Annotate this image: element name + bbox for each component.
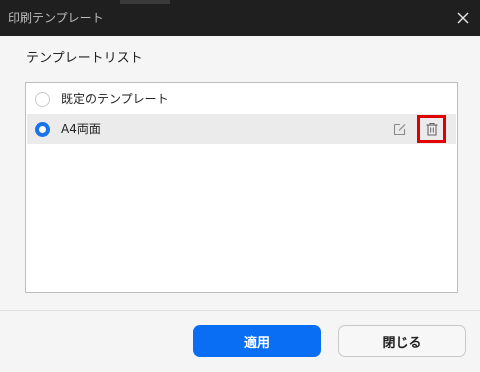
delete-template-button[interactable] (417, 115, 446, 143)
list-item-default-template[interactable]: 既定のテンプレート (27, 84, 456, 114)
trash-icon (426, 122, 437, 136)
edit-template-button[interactable] (392, 121, 408, 137)
print-template-dialog: 印刷テンプレート テンプレートリスト 既定のテンプレート A4両面 適用 閉じる (0, 0, 480, 372)
radio-a4-duplex[interactable] (35, 121, 50, 137)
window-title: 印刷テンプレート (8, 11, 104, 25)
template-list: 既定のテンプレート A4両面 (25, 82, 458, 293)
title-bar: 印刷テンプレート (0, 0, 480, 36)
close-button[interactable]: 閉じる (338, 325, 466, 357)
close-window-button[interactable] (450, 6, 476, 30)
edit-icon (393, 123, 406, 136)
apply-button[interactable]: 適用 (193, 325, 321, 357)
template-label: 既定のテンプレート (61, 92, 169, 106)
template-label: A4両面 (61, 122, 101, 136)
close-icon (457, 12, 469, 24)
template-list-label: テンプレートリスト (26, 51, 143, 66)
title-bar-tab-hint (120, 0, 170, 4)
list-item-a4-duplex[interactable]: A4両面 (27, 114, 456, 144)
radio-default-template[interactable] (35, 91, 50, 107)
footer-divider (0, 310, 480, 311)
